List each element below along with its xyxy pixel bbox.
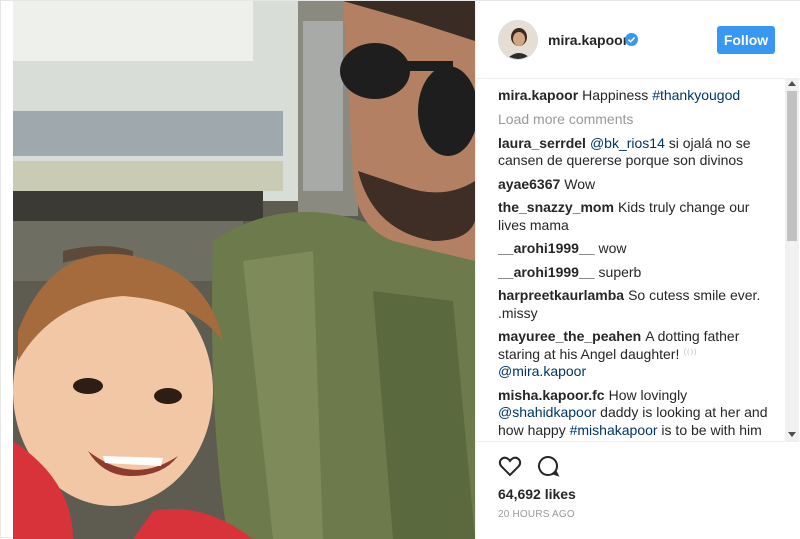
caption-text: Happiness <box>582 87 653 103</box>
comment-item: harpreetkaurlamba So cutess smile ever. .… <box>498 287 780 322</box>
caption: mira.kapoor Happiness #thankyougod <box>498 87 780 105</box>
comment-text: Wow <box>564 175 596 192</box>
instagram-post: mira.kapoor Follow mira.kapoor Happiness … <box>0 0 800 539</box>
comment-text: wow <box>598 240 627 256</box>
comments-list: mira.kapoor Happiness #thankyougod Load m… <box>498 87 780 439</box>
comment-username[interactable]: harpreetkaurlamba <box>498 287 624 303</box>
comment-username[interactable]: mayuree_the_peahen <box>498 328 641 344</box>
heart-icon[interactable] <box>498 454 522 478</box>
caption-username[interactable]: mira.kapoor <box>498 87 578 103</box>
avatar[interactable] <box>498 20 538 60</box>
post-side-panel: mira.kapoor Follow mira.kapoor Happiness … <box>475 1 800 539</box>
comment-hashtag[interactable]: #mishakapoor <box>570 422 658 438</box>
comment-mention[interactable]: @mira.kapoor <box>498 363 586 379</box>
scrollbar-thumb[interactable] <box>787 91 797 241</box>
comments-scrollbar[interactable] <box>785 79 799 441</box>
comment-text: superb <box>598 263 642 280</box>
comment-item: the_snazzy_mom Kids truly change our live… <box>498 199 780 234</box>
comment-mention[interactable]: @shahidkapoor <box>498 404 596 420</box>
comment-item: ayae6367 Wow <box>498 176 780 194</box>
scroll-up-arrow-icon[interactable] <box>788 81 796 86</box>
comment-username[interactable]: ayae6367 <box>498 176 560 192</box>
comment-text-3: is to be with him <box>657 421 762 438</box>
comment-item: __arohi1999__ wow <box>498 240 780 258</box>
comment-username[interactable]: __arohi1999__ <box>498 240 595 256</box>
comment-username[interactable]: __arohi1999__ <box>498 264 595 280</box>
caption-hashtag[interactable]: #thankyougod <box>652 87 740 103</box>
post-photo[interactable] <box>13 1 475 539</box>
load-more-comments-link[interactable]: Load more comments <box>498 111 780 127</box>
speech-bubble-icon[interactable] <box>536 454 560 478</box>
comment-username[interactable]: laura_serrdel <box>498 135 586 151</box>
post-author-username[interactable]: mira.kapoor <box>548 32 628 48</box>
comment-item: misha.kapoor.fc How lovingly @shahidkapoo… <box>498 387 780 440</box>
follow-button[interactable]: Follow <box>717 26 775 54</box>
comment-emoji: ⁽⁽⁾⁾ <box>683 345 697 362</box>
likes-count[interactable]: 64,692 likes <box>498 486 576 502</box>
scroll-down-arrow-icon[interactable] <box>788 432 796 437</box>
comment-item: mayuree_the_peahen A dotting father stari… <box>498 328 780 381</box>
comment-item: __arohi1999__ superb <box>498 264 780 282</box>
post-actions: 64,692 likes 20 HOURS AGO <box>476 441 800 539</box>
comment-text: How lovingly <box>608 386 688 403</box>
comment-username[interactable]: the_snazzy_mom <box>498 199 614 215</box>
post-header: mira.kapoor Follow <box>476 1 800 79</box>
verified-badge-icon <box>625 33 638 46</box>
comment-username[interactable]: misha.kapoor.fc <box>498 387 605 403</box>
comment-item: laura_serrdel @bk_rios14 si ojalá no se c… <box>498 135 780 170</box>
post-timestamp: 20 HOURS AGO <box>498 509 575 520</box>
comment-mention[interactable]: @bk_rios14 <box>590 135 665 151</box>
